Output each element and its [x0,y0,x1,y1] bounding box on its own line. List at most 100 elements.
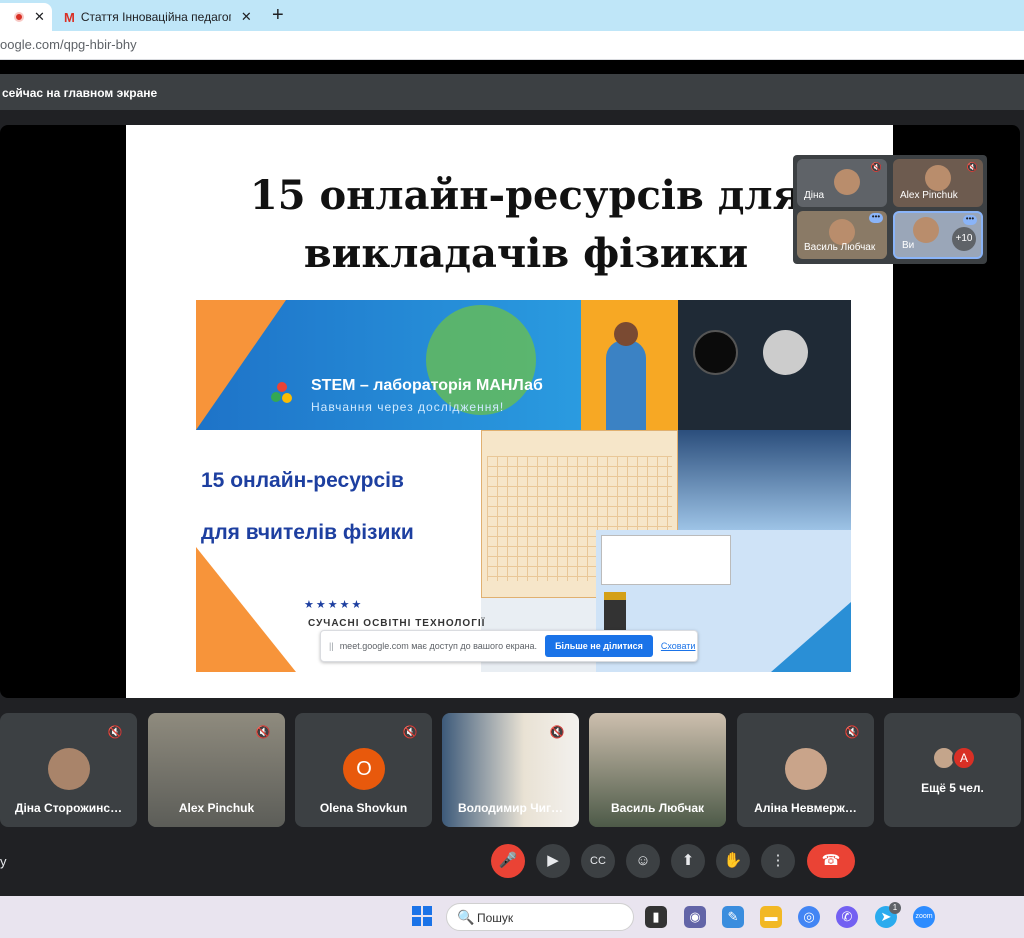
orange-triangle [196,300,286,430]
avatar [48,748,90,790]
slide-title: 15 онлайн-ресурсів для викладачів фізики [226,167,826,283]
mic-off-icon: 🔇 [255,725,271,739]
pip-tile[interactable]: ••• Василь Любчак [797,211,887,259]
emoji-button[interactable]: ☺ [626,844,660,878]
close-icon[interactable]: ✕ [241,9,252,25]
search-icon: 🔍 [457,909,475,925]
participant-tile[interactable]: O 🔇 Olena Shovkun [295,713,432,827]
call-controls: y 🎤 ▶ CC ☺ ⬆ ✋ ⋮ ☎ [0,838,1024,886]
edu-footer: СУЧАСНІ ОСВІТНІ ТЕХНОЛОГІЇ [308,618,486,629]
address-bar[interactable]: oogle.com/qpg-hbir-bhy [0,31,1024,60]
slide-collage: STEM – лабораторія МАНЛаб Навчання через… [196,300,851,672]
participant-name: Діна Сторожинс… [14,801,123,815]
taskbar: 🔍 Пошук ▮ ◉ ✎ ▬ ◎ ✆ ➤ 1 zoom [0,896,1024,938]
participant-name: Василь Любчак [611,801,704,815]
mic-off-icon: 🔇 [870,162,882,172]
slide-headline: 15 онлайн-ресурсів для вчителів фізики [201,455,481,559]
divider [0,60,1024,74]
notification-badge: 1 [889,902,901,914]
pip-name: Діна [804,190,825,201]
chrome-icon[interactable]: ◎ [798,906,820,928]
vr-headset-icon [614,322,638,346]
pip-tile[interactable]: 🔇 Діна [797,159,887,207]
space-station-photo [678,430,851,530]
participant-name: Володимир Чиг… [457,801,564,815]
file-explorer-icon[interactable]: ▬ [760,906,782,928]
raise-hand-button[interactable]: ✋ [716,844,750,878]
drag-handle-icon[interactable]: || [329,641,334,651]
browser-tab-bar: ✕ M Стаття Інноваційна педагогіка · ✕ + [0,0,1024,31]
mic-off-icon: 🔇 [107,725,123,739]
lab-photo [678,300,851,430]
more-participants-label: Ещё 5 чел. [921,781,984,795]
mic-off-icon: 🔇 [966,162,978,172]
participant-name: Alex Pinchuk [178,801,255,815]
close-icon[interactable]: ✕ [34,9,45,25]
more-options-button[interactable]: ⋮ [761,844,795,878]
task-view-icon[interactable]: ▮ [645,906,667,928]
participant-tile[interactable]: 🔇 Аліна Невмерж… [737,713,874,827]
mic-toggle-button[interactable]: 🎤 [491,844,525,878]
participant-tile[interactable]: 🔇 Діна Сторожинс… [0,713,137,827]
stop-sharing-button[interactable]: Більше не ділитися [545,635,653,657]
mic-off-icon: 🔇 [549,725,565,739]
new-tab-button[interactable]: + [272,4,284,27]
pip-grid: 🔇 Діна 🔇 Alex Pinchuk ••• Василь Любчак … [793,155,987,264]
participant-tile[interactable]: Василь Любчак [589,713,726,827]
shared-slide: 15 онлайн-ресурсів для викладачів фізики… [126,125,893,698]
avatar [925,165,951,191]
teams-chat-icon[interactable]: ◉ [684,906,706,928]
orange-triangle [196,547,296,672]
letter-avatar: A [952,746,976,770]
telegram-icon[interactable]: ➤ 1 [875,902,901,928]
url-text: oogle.com/qpg-hbir-bhy [0,37,137,52]
vr-photo [581,300,678,430]
tab-meet[interactable]: ✕ [0,3,52,31]
tab-title: Стаття Інноваційна педагогіка · [80,10,231,24]
decor-circle [426,305,536,415]
end-call-button[interactable]: ☎ [807,844,855,878]
lamp-icon [763,330,808,375]
camera-toggle-button[interactable]: ▶ [536,844,570,878]
taskbar-search[interactable]: 🔍 Пошук [446,903,634,931]
captions-button[interactable]: CC [581,844,615,878]
avatar [834,169,860,195]
pip-tile-self[interactable]: ••• Ви +10 [893,211,983,259]
windows-start-icon[interactable] [412,906,432,926]
pip-name: Ви [902,240,915,251]
blue-triangle [771,602,851,672]
meeting-label: y [0,854,7,869]
manlab-logo-icon [271,382,293,404]
pip-tile[interactable]: 🔇 Alex Pinchuk [893,159,983,207]
share-notice-text: meet.google.com має доступ до вашого екр… [339,641,538,651]
stars: ★★★★★ [304,599,364,611]
slide-headline-line1: 15 онлайн-ресурсів [201,469,404,492]
letter-avatar: O [343,748,385,790]
search-label: Пошук [477,911,514,925]
notes-icon[interactable]: ✎ [722,906,744,928]
pip-name: Василь Любчак [804,242,876,253]
control-panel [601,535,731,585]
avatar [913,217,939,243]
participant-tile[interactable]: 🔇 Alex Pinchuk [148,713,285,827]
more-participants-tile[interactable]: A Ещё 5 чел. [884,713,1021,827]
more-options-icon[interactable]: ••• [869,213,883,223]
mic-off-icon: 🔇 [402,725,418,739]
viber-icon[interactable]: ✆ [836,906,858,928]
slide-title-line1: 15 онлайн-ресурсів для [249,172,803,219]
gmail-icon: M [64,9,75,25]
avatar [785,748,827,790]
lamp-icon [693,330,738,375]
screen-share-notice: || meet.google.com має доступ до вашого … [320,630,698,662]
participant-tile[interactable]: 🔇 Володимир Чиг… [442,713,579,827]
more-options-icon[interactable]: ••• [963,215,977,225]
present-button[interactable]: ⬆ [671,844,705,878]
hide-link[interactable]: Сховати [661,641,696,651]
slide-title-line2: викладачів фізики [303,230,749,277]
stem-title: STEM – лабораторія МАНЛаб [311,377,543,394]
tab-article[interactable]: M Стаття Інноваційна педагогіка · ✕ [56,3,266,31]
pip-name: Alex Pinchuk [900,190,958,201]
zoom-icon[interactable]: zoom [913,906,935,928]
extra-count: +10 [952,227,976,251]
mic-off-icon: 🔇 [844,725,860,739]
